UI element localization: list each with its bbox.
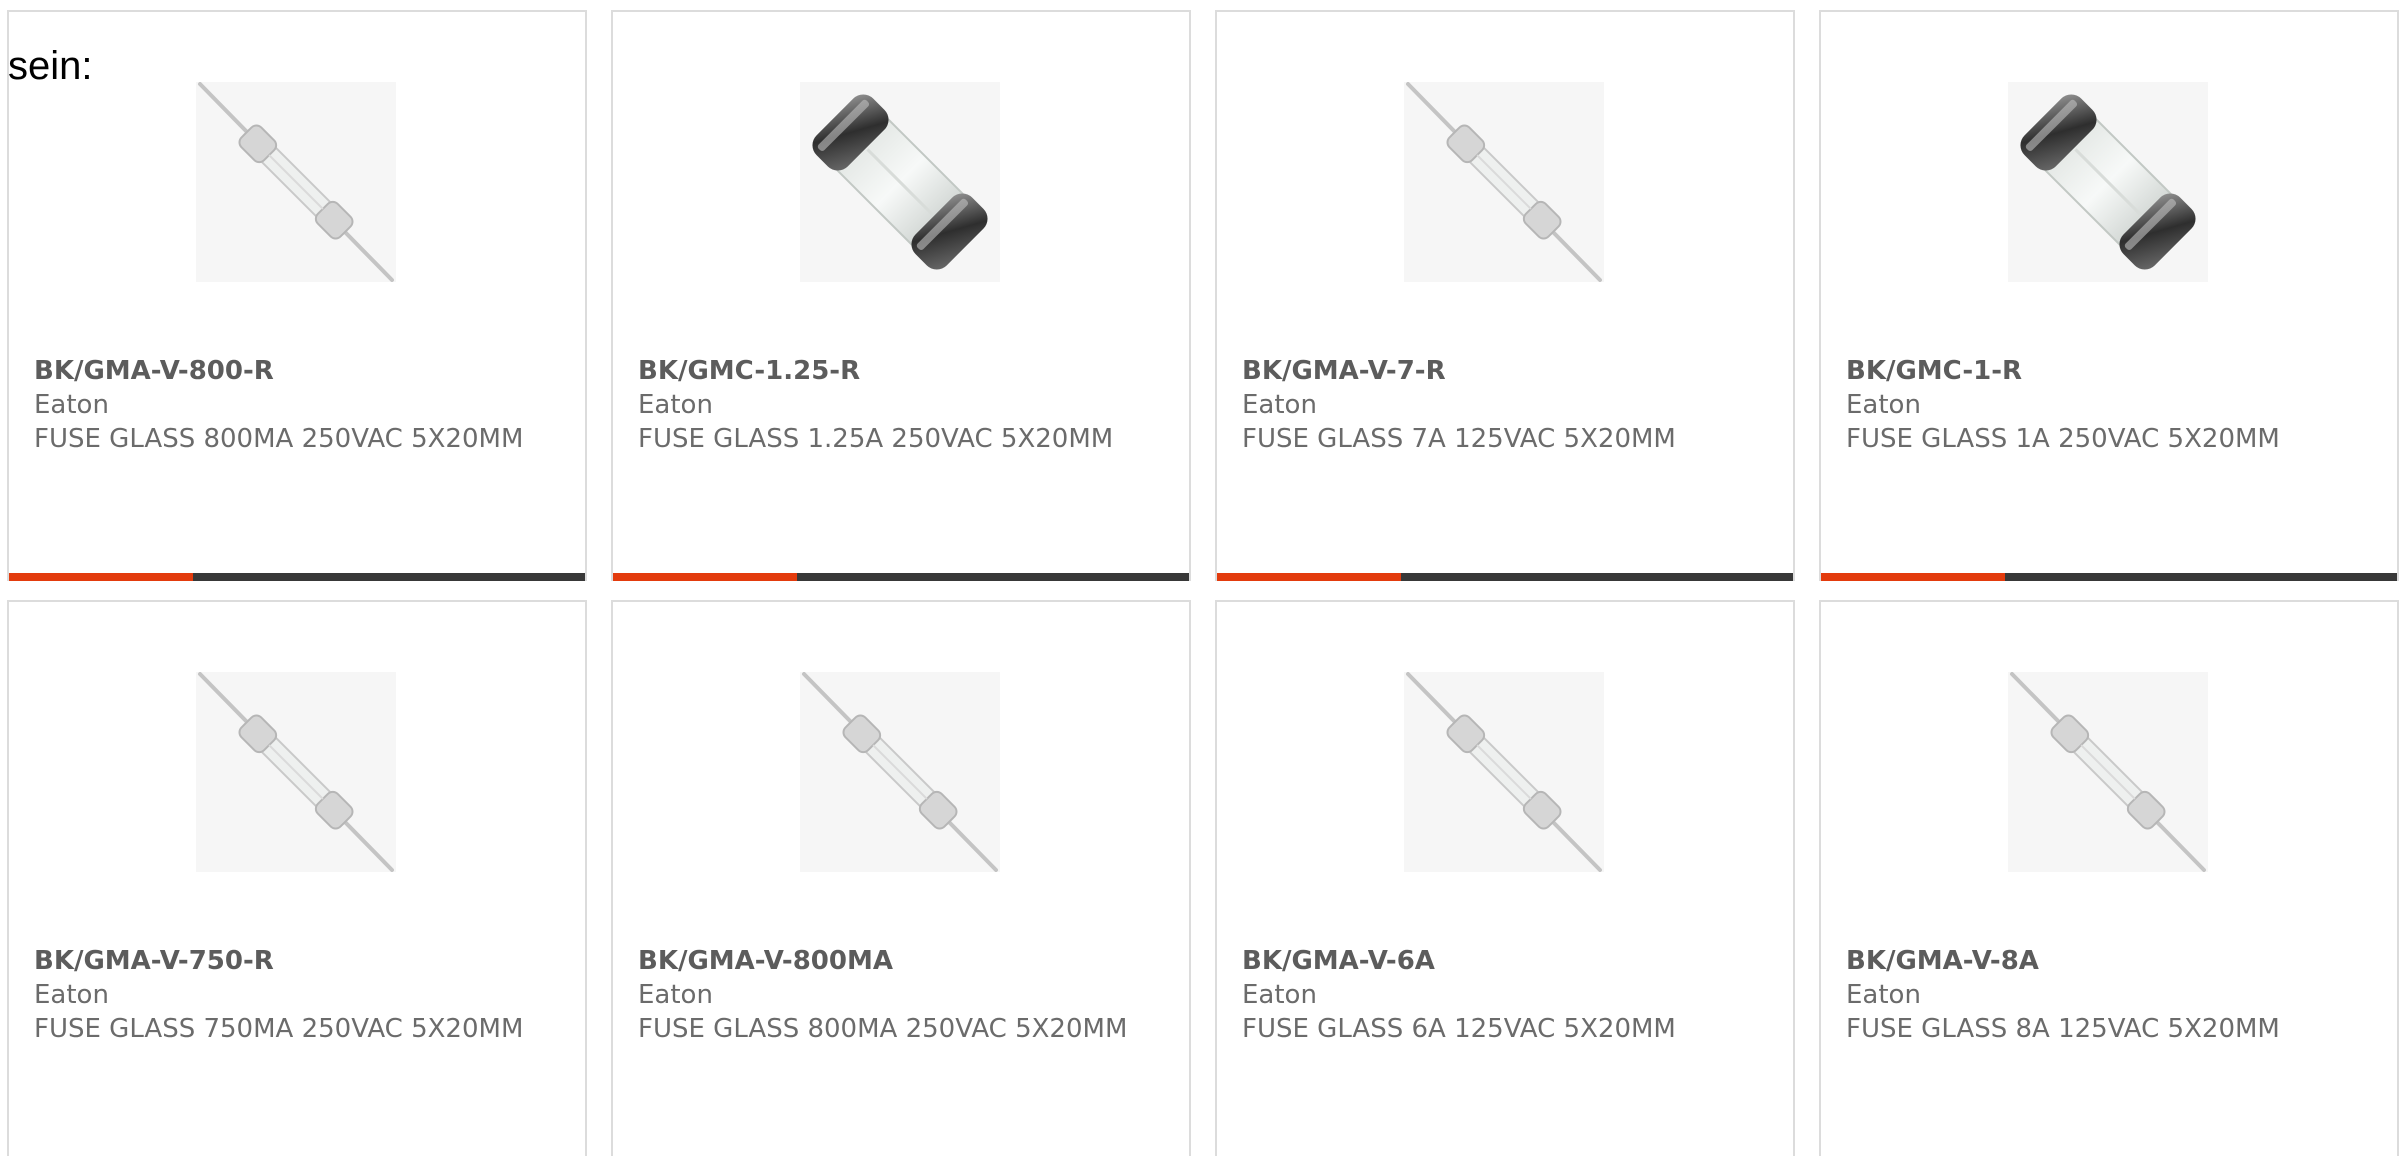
product-manufacturer: Eaton xyxy=(638,390,713,420)
product-image[interactable] xyxy=(1404,82,1604,282)
product-manufacturer: Eaton xyxy=(34,980,109,1010)
product-grid-page: sein: BK/GMA-V-800-R Eaton FUSE GLASS 80… xyxy=(0,0,2400,1156)
product-image[interactable] xyxy=(2008,672,2208,872)
axial-lead-glass-fuse-icon xyxy=(800,672,1000,872)
product-image[interactable] xyxy=(800,82,1000,282)
product-image[interactable] xyxy=(196,82,396,282)
product-description: FUSE GLASS 800MA 250VAC 5X20MM xyxy=(638,1014,1128,1044)
product-part-number[interactable]: BK/GMA-V-750-R xyxy=(34,944,274,978)
product-description: FUSE GLASS 6A 125VAC 5X20MM xyxy=(1242,1014,1676,1044)
axial-lead-glass-fuse-icon xyxy=(196,82,396,282)
product-card[interactable]: BK/GMA-V-750-R Eaton FUSE GLASS 750MA 25… xyxy=(7,600,587,1156)
card-progress-bar xyxy=(1821,573,2397,581)
product-manufacturer: Eaton xyxy=(34,390,109,420)
card-progress-bar xyxy=(1217,573,1793,581)
product-description: FUSE GLASS 800MA 250VAC 5X20MM xyxy=(34,424,524,454)
product-part-number[interactable]: BK/GMA-V-7-R xyxy=(1242,354,1446,388)
product-card[interactable]: BK/GMA-V-7-R Eaton FUSE GLASS 7A 125VAC … xyxy=(1215,10,1795,581)
axial-lead-glass-fuse-icon xyxy=(196,672,396,872)
card-progress-accent xyxy=(1217,573,1402,581)
product-part-number[interactable]: BK/GMA-V-8A xyxy=(1846,944,2039,978)
product-part-number[interactable]: BK/GMA-V-800MA xyxy=(638,944,893,978)
product-card[interactable]: BK/GMA-V-6A Eaton FUSE GLASS 6A 125VAC 5… xyxy=(1215,600,1795,1156)
product-card[interactable]: BK/GMA-V-800MA Eaton FUSE GLASS 800MA 25… xyxy=(611,600,1191,1156)
card-progress-accent xyxy=(613,573,798,581)
product-description: FUSE GLASS 1.25A 250VAC 5X20MM xyxy=(638,424,1114,454)
card-progress-bar xyxy=(9,573,585,581)
cartridge-glass-fuse-icon xyxy=(800,82,1000,282)
card-progress-accent xyxy=(9,573,194,581)
product-part-number[interactable]: BK/GMC-1.25-R xyxy=(638,354,860,388)
product-part-number[interactable]: BK/GMA-V-800-R xyxy=(34,354,274,388)
intro-text: sein: xyxy=(8,44,93,88)
product-image[interactable] xyxy=(1404,672,1604,872)
product-card[interactable]: BK/GMA-V-8A Eaton FUSE GLASS 8A 125VAC 5… xyxy=(1819,600,2399,1156)
product-card[interactable]: BK/GMC-1.25-R Eaton FUSE GLASS 1.25A 250… xyxy=(611,10,1191,581)
product-manufacturer: Eaton xyxy=(1846,390,1921,420)
product-manufacturer: Eaton xyxy=(638,980,713,1010)
product-description: FUSE GLASS 1A 250VAC 5X20MM xyxy=(1846,424,2280,454)
product-image[interactable] xyxy=(800,672,1000,872)
product-manufacturer: Eaton xyxy=(1846,980,1921,1010)
card-progress-accent xyxy=(1821,573,2006,581)
product-manufacturer: Eaton xyxy=(1242,390,1317,420)
product-image[interactable] xyxy=(2008,82,2208,282)
axial-lead-glass-fuse-icon xyxy=(1404,672,1604,872)
product-part-number[interactable]: BK/GMC-1-R xyxy=(1846,354,2022,388)
product-part-number[interactable]: BK/GMA-V-6A xyxy=(1242,944,1435,978)
product-image[interactable] xyxy=(196,672,396,872)
product-card[interactable]: BK/GMA-V-800-R Eaton FUSE GLASS 800MA 25… xyxy=(7,10,587,581)
axial-lead-glass-fuse-icon xyxy=(2008,672,2208,872)
product-description: FUSE GLASS 8A 125VAC 5X20MM xyxy=(1846,1014,2280,1044)
cartridge-glass-fuse-icon xyxy=(2008,82,2208,282)
product-description: FUSE GLASS 750MA 250VAC 5X20MM xyxy=(34,1014,524,1044)
product-card[interactable]: BK/GMC-1-R Eaton FUSE GLASS 1A 250VAC 5X… xyxy=(1819,10,2399,581)
product-description: FUSE GLASS 7A 125VAC 5X20MM xyxy=(1242,424,1676,454)
axial-lead-glass-fuse-icon xyxy=(1404,82,1604,282)
card-progress-bar xyxy=(613,573,1189,581)
product-manufacturer: Eaton xyxy=(1242,980,1317,1010)
